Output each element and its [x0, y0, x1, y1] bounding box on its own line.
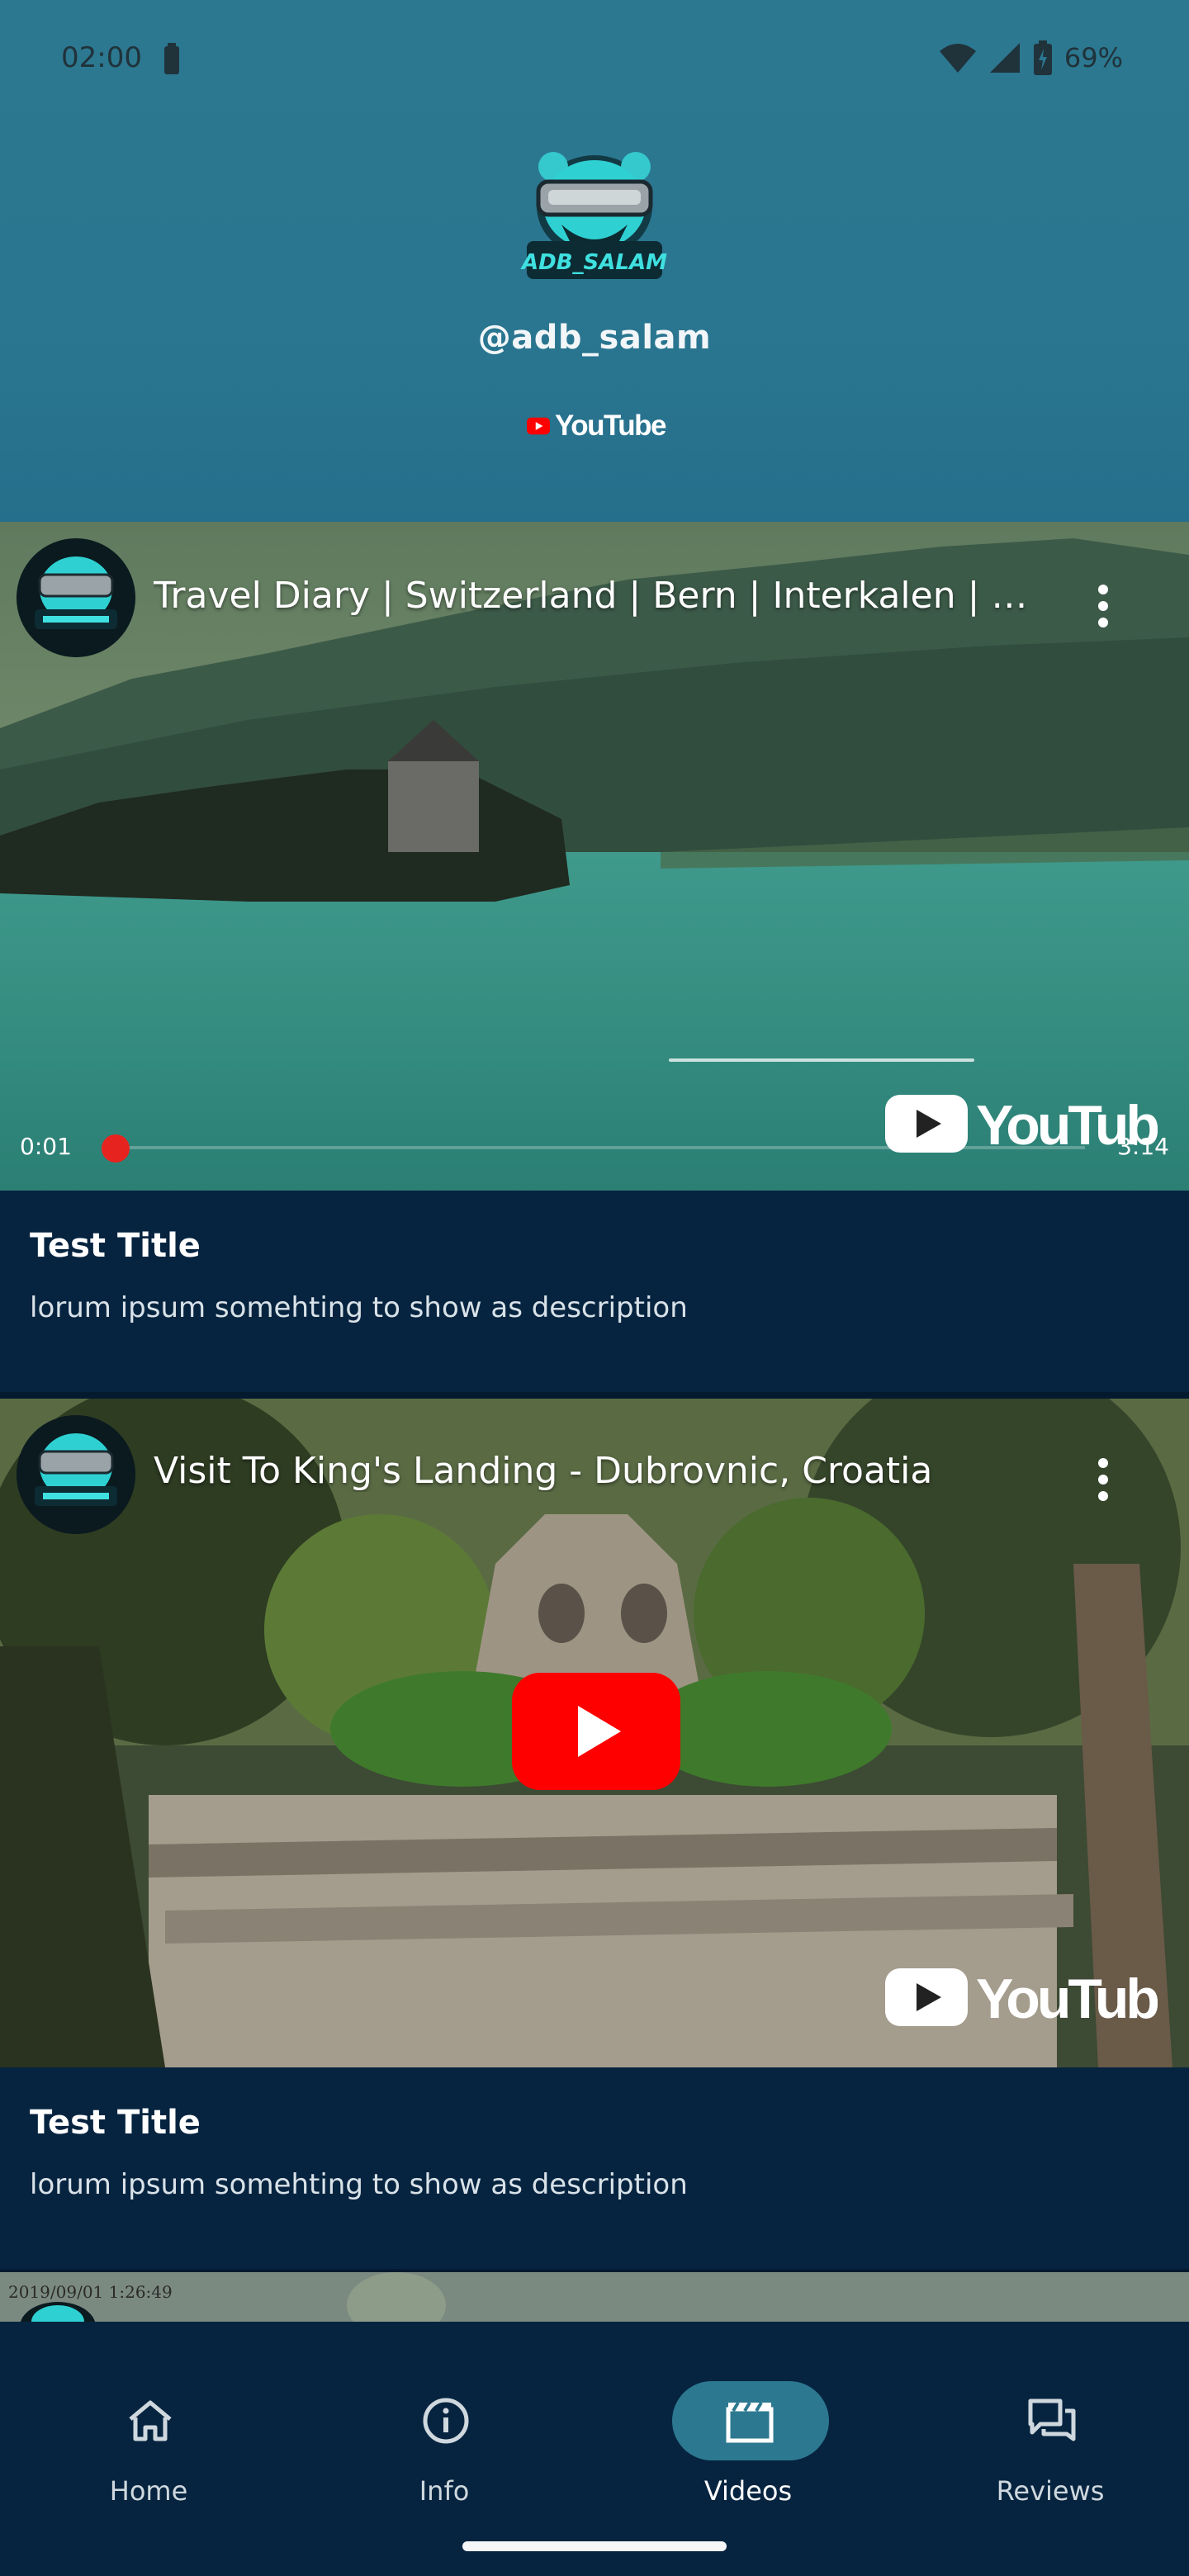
caption-hint-line — [669, 1058, 974, 1062]
nav-item-reviews[interactable]: Reviews — [902, 2351, 1189, 2517]
video-player-1[interactable]: Travel Diary | Switzerland | Bern | Inte… — [0, 522, 1189, 1191]
channel-avatar[interactable] — [17, 538, 135, 657]
nav-label: Reviews — [996, 2475, 1105, 2507]
youtube-label: YouTube — [554, 410, 667, 442]
youtube-link[interactable]: YouTube — [527, 410, 667, 443]
current-time: 0:01 — [20, 1133, 72, 1160]
more-options-icon[interactable] — [1087, 1453, 1120, 1506]
progress-track[interactable] — [111, 1146, 1085, 1149]
card-description: lorum ipsum somehting to show as descrip… — [30, 1291, 688, 1324]
video-info-card: Test Title lorum ipsum somehting to show… — [0, 1191, 1189, 1399]
more-options-icon[interactable] — [1087, 580, 1120, 632]
home-icon — [129, 2400, 172, 2441]
youtube-watermark[interactable]: YouTube — [885, 1963, 1189, 2030]
youtube-watermark-text: YouTube — [976, 1968, 1158, 2029]
battery-percentage: 69% — [1063, 42, 1123, 73]
divider — [0, 1392, 1189, 1399]
video-info-card: Test Title lorum ipsum somehting to show… — [0, 2067, 1189, 2275]
video-thumbnail-partial — [0, 2272, 1189, 2322]
bottom-navigation: Home Info Videos Reviews — [0, 2322, 1189, 2576]
app-screen: 02:00 69% ADB_SALAM @adb_salam YouTube T… — [0, 0, 1189, 2576]
nav-item-home[interactable]: Home — [0, 2351, 297, 2517]
cellular-signal-icon — [989, 43, 1020, 73]
video-player-2[interactable]: Visit To King's Landing - Dubrovnic, Cro… — [0, 1399, 1189, 2067]
total-time: 3:14 — [1117, 1133, 1169, 1160]
channel-avatar[interactable] — [17, 1415, 135, 1534]
card-title: Test Title — [30, 1227, 201, 1265]
play-button-icon[interactable] — [512, 1673, 680, 1790]
battery-saver-icon — [164, 43, 179, 74]
chat-bubbles-icon — [1028, 2398, 1076, 2441]
status-icons: 69% — [939, 38, 1123, 78]
nav-label: Videos — [703, 2475, 793, 2507]
home-indicator[interactable] — [462, 2541, 727, 2551]
channel-logo: ADB_SALAM — [520, 152, 667, 279]
video-title[interactable]: Visit To King's Landing - Dubrovnic, Cro… — [154, 1450, 1045, 1492]
timestamp-overlay: 2019/09/01 1:26:49 — [8, 2282, 173, 2302]
video-title[interactable]: Travel Diary | Switzerland | Bern | Inte… — [154, 575, 1045, 617]
nav-item-info[interactable]: Info — [296, 2351, 593, 2517]
nav-item-videos[interactable]: Videos — [599, 2351, 897, 2517]
info-icon — [423, 2398, 469, 2444]
battery-icon — [1033, 40, 1052, 75]
wifi-icon — [939, 44, 976, 73]
channel-handle: @adb_salam — [477, 319, 712, 357]
youtube-logo-icon: YouTube — [885, 1968, 1189, 2030]
nav-label: Home — [109, 2475, 188, 2507]
clapperboard-icon — [726, 2401, 774, 2443]
youtube-play-icon — [527, 417, 550, 435]
progress-scrubber[interactable] — [101, 1134, 130, 1163]
status-bar: 02:00 69% — [0, 0, 1189, 116]
card-title: Test Title — [30, 2104, 201, 2142]
status-time: 02:00 — [61, 41, 142, 74]
card-description: lorum ipsum somehting to show as descrip… — [30, 2168, 688, 2201]
nav-label: Info — [419, 2475, 470, 2507]
profile-header: 02:00 69% ADB_SALAM @adb_salam YouTube — [0, 0, 1189, 522]
video-player-3[interactable]: 2019/09/01 1:26:49 — [0, 2272, 1189, 2322]
logo-text: ADB_SALAM — [520, 250, 667, 275]
